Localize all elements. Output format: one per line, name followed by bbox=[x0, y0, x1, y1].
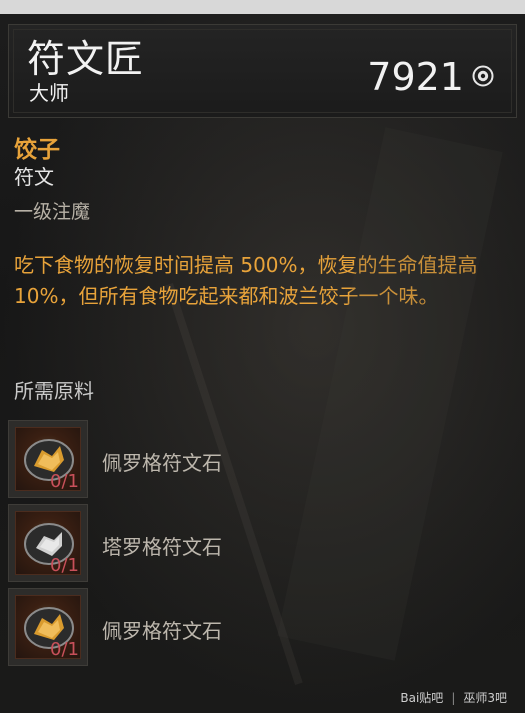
gold-amount: 7921 bbox=[367, 55, 464, 99]
item-description: 吃下食物的恢复时间提高 500%，恢复的生命值提高 10%，但所有食物吃起来都和… bbox=[14, 253, 478, 308]
crafter-header: 符文匠 大师 7921 bbox=[8, 24, 517, 118]
watermark-left: Bai贴吧 bbox=[400, 691, 444, 705]
materials-title: 所需原料 bbox=[14, 379, 94, 403]
material-slot-3[interactable]: 0/1 bbox=[8, 588, 88, 666]
material-quantity: 0/1 bbox=[50, 639, 79, 660]
item-type: 符文 bbox=[14, 165, 54, 189]
material-slot-2[interactable]: 0/1 bbox=[8, 504, 88, 582]
material-name-1: 佩罗格符文石 bbox=[102, 451, 222, 475]
coin-icon bbox=[472, 65, 494, 87]
crafter-rank: 大师 bbox=[29, 81, 69, 105]
material-quantity: 0/1 bbox=[50, 471, 79, 492]
crafting-tooltip-panel: 符文匠 大师 7921 饺子 符文 一级注魔 吃下食物的恢复时间提高 500%，… bbox=[0, 14, 525, 713]
item-name: 饺子 bbox=[14, 137, 60, 163]
material-slot-1[interactable]: 0/1 bbox=[8, 420, 88, 498]
watermark-separator: | bbox=[451, 691, 456, 705]
material-name-2: 塔罗格符文石 bbox=[102, 535, 222, 559]
material-quantity: 0/1 bbox=[50, 555, 79, 576]
watermark-right: 巫师3吧 bbox=[463, 691, 507, 705]
material-name-3: 佩罗格符文石 bbox=[102, 619, 222, 643]
watermark: Bai贴吧 | 巫师3吧 bbox=[400, 691, 507, 705]
top-strip bbox=[0, 0, 525, 14]
enchant-level: 一级注魔 bbox=[14, 201, 91, 223]
crafter-title: 符文匠 bbox=[27, 37, 145, 81]
